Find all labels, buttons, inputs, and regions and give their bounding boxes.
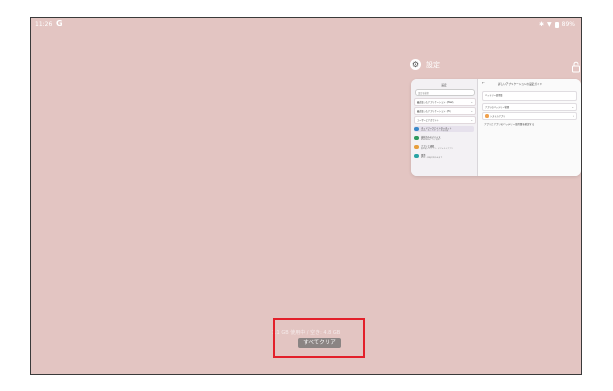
- tablet-screen: 11:26 G ✱ ▼ 89% ⚙ 設定 設定 設定を検索 最近使ったアプリケー…: [30, 17, 582, 375]
- chevron-down-icon: ⌄: [470, 108, 473, 113]
- status-icons: ✱ ▼ 89%: [539, 21, 575, 28]
- recent-app-card[interactable]: 設定 設定を検索 最近使ったアプリケーション（Pixel） ⌄ 最近使ったアプリケ…: [411, 79, 581, 176]
- bluetooth-icon: ✱: [539, 21, 545, 28]
- detail-note: アプリとアプリのバッテリー使用量を確認する: [484, 123, 535, 126]
- network-icon: [414, 126, 419, 131]
- detail-block-label: バッテリー使用量: [485, 94, 503, 98]
- search-placeholder: 設定を検索: [418, 91, 429, 95]
- gear-icon: ⚙: [411, 59, 420, 69]
- home-gesture-handle[interactable]: [327, 374, 363, 375]
- detail-block: システムアプリ ›: [482, 112, 577, 120]
- expandable-row-label: 最近使ったアプリケーション（Pixel）: [417, 101, 455, 105]
- expandable-row: ユーザーとアカウント ⌄: [414, 116, 476, 124]
- settings-right-pane: ← 詳しいアプリケーションの設定ガイド バッテリー使用量 アプリのバッテリー管理…: [478, 79, 581, 176]
- detail-title: 詳しいアプリケーションの設定ガイド: [498, 83, 543, 86]
- settings-app-icon[interactable]: ⚙: [410, 59, 421, 70]
- list-item-subtitle: Bluetooth、ペア設定: [421, 138, 440, 141]
- list-item-subtitle: 最近使ったアプリ、デフォルトアプリ: [421, 147, 454, 150]
- settings-list-item: アプリと通知 最近使ったアプリ、デフォルトアプリ: [414, 144, 474, 150]
- back-arrow-icon: ←: [482, 81, 485, 85]
- detail-block: アプリのバッテリー管理 ⌄: [482, 103, 577, 111]
- list-item-subtitle: Wi-Fi、モバイル、データ使用量: [421, 129, 449, 132]
- apps-icon: [414, 144, 419, 149]
- chevron-icon: ⌄: [571, 104, 574, 109]
- highlight-box: [273, 318, 365, 358]
- chevron-down-icon: ⌄: [470, 99, 473, 104]
- chevron-right-icon: ›: [572, 113, 574, 118]
- list-item-subtitle: 89% - 充電が終わるまで: [421, 156, 443, 159]
- status-bar: 11:26 G ✱ ▼ 89%: [31, 18, 581, 32]
- recent-app-name: 設定: [426, 60, 440, 69]
- expandable-row-label: 最近使ったアプリケーション（Hi）: [417, 110, 453, 114]
- settings-list-item: ネットワークとインターネット Wi-Fi、モバイル、データ使用量: [414, 126, 474, 132]
- wifi-icon: ▼: [547, 21, 552, 28]
- settings-list-item: 接続済みのデバイス Bluetooth、ペア設定: [414, 135, 474, 141]
- settings-list-item: 電池 89% - 充電が終わるまで: [414, 153, 474, 159]
- settings-title: 設定: [441, 84, 447, 87]
- lock-icon[interactable]: [571, 61, 581, 73]
- status-time: 11:26: [35, 21, 53, 28]
- battery-level: 89%: [561, 21, 575, 28]
- devices-icon: [414, 135, 419, 140]
- battery-icon: [554, 21, 559, 28]
- battery-setting-icon: [414, 153, 419, 158]
- settings-left-pane: 設定 設定を検索 最近使ったアプリケーション（Pixel） ⌄ 最近使ったアプリケ…: [411, 79, 477, 176]
- settings-search-bar: 設定を検索: [415, 89, 475, 96]
- expandable-row-label: ユーザーとアカウント: [417, 119, 439, 123]
- app-dot-icon: [485, 114, 489, 118]
- chevron-down-icon: ⌄: [470, 117, 473, 122]
- detail-block-label: システムアプリ: [490, 115, 506, 119]
- recent-app-header[interactable]: ⚙ 設定: [410, 59, 440, 70]
- detail-block: バッテリー使用量: [482, 91, 577, 101]
- expandable-row: 最近使ったアプリケーション（Pixel） ⌄: [414, 98, 476, 106]
- expandable-row: 最近使ったアプリケーション（Hi） ⌄: [414, 107, 476, 115]
- detail-block-label: アプリのバッテリー管理: [485, 106, 510, 110]
- google-logo-icon: G: [56, 19, 63, 28]
